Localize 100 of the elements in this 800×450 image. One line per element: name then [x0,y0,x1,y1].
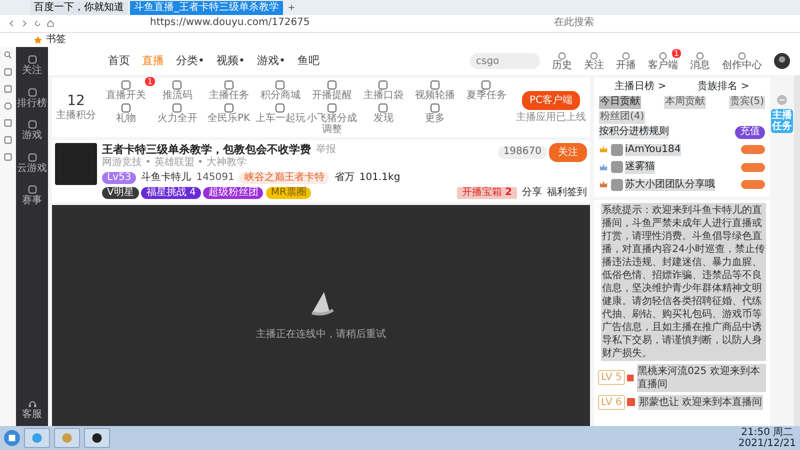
outline-icon [378,103,388,113]
toolbar-item[interactable]: 夏季任务 [460,80,512,101]
category-path: 网游竞技 • 英雄联盟 • 大神教学 [102,156,247,170]
ranking-tab[interactable]: 贵宾(5) [728,96,765,108]
nav-tab[interactable]: 分类• [176,54,204,68]
video-icon[interactable] [4,68,12,76]
toolbar-item[interactable]: 推流码 [152,80,203,101]
sidebar-icon [28,152,36,162]
avatar[interactable] [774,53,790,69]
rank-user-name: 苏大小团团队分享哦 [625,178,715,191]
nav-tab[interactable]: 鱼吧 [298,54,320,68]
header-icon-link[interactable]: 创作中心 [722,52,762,70]
address-field[interactable]: https://www.douyu.com/172675 [150,17,310,30]
sidebar-icon [28,185,36,194]
toolbar-item[interactable]: 积分商城 [254,80,306,101]
pc-note: 主播应用已上线 [516,112,586,124]
toolbar-item[interactable]: 主播任务 [203,80,254,101]
toolbar-item[interactable]: 上车一起玩 [254,103,306,135]
bookmark-link[interactable]: 书签 [46,34,66,46]
nav-tab[interactable]: 首页 [108,54,130,68]
browser-tab[interactable]: 斗鱼直播_王者卡特三级单杀教学 [130,1,283,15]
header-icon-link[interactable]: 客户端 1 [648,52,678,70]
sidebar-item[interactable]: 赛事 [22,185,42,208]
toolbar-item[interactable]: 小飞猪分成调整 [306,103,358,135]
chest-button[interactable]: 开播宝箱 2 [456,186,517,200]
toolbar-item[interactable]: 发现 [358,103,409,135]
star-icon [34,36,42,44]
report-link[interactable]: 举报 [316,144,336,156]
score-value: 12 [67,94,85,110]
nav-tab[interactable]: 视频• [216,54,245,68]
toolbar-item[interactable]: 礼物 [100,103,152,135]
browser-tab[interactable]: 百度一下，你就知道 [30,1,128,15]
room-badge[interactable]: 福星挑战 4 [141,186,201,200]
card-icon[interactable] [4,85,12,93]
sidebar-item[interactable]: 云游戏 [17,152,47,175]
outline-icon [275,103,286,113]
outline-icon [430,80,440,90]
book-icon[interactable] [4,153,12,161]
sidebar-icon [28,55,36,64]
ranking-tab[interactable]: 粉丝团(4) [599,111,646,124]
system-message: 系统提示：欢迎来到斗鱼卡特儿的直播间，斗鱼严禁未成年人进行直播或打赏，请理性消费。斗鱼倡导绿色直播，对直播内容24小时巡查，禁止传播违法违规、封建迷信、暴力血腥、低俗色情、招嫖诈骗、违禁品等不良信息，坚决维护青少年群体精神文明健康。请勿轻信各类招聘征婚、代练代抽、刷钻、购买礼包码、游戏币等广告信息，且如主播在推广商品中诱导私下交易，请谨慎判断，以防人身财产损失。 [601,202,766,360]
sidebar-item[interactable]: 关注 [22,55,42,78]
ranking-heading[interactable]: 贵族排名 > [698,81,750,94]
cart-icon[interactable] [4,136,12,144]
anchor-name: 斗鱼卡特儿 [141,172,192,184]
taskbar-button[interactable] [84,428,110,448]
ranking-heading[interactable]: 主播日榜 > [614,81,666,94]
outline-icon [590,52,598,60]
outline-icon [378,80,388,90]
home-icon[interactable] [47,20,54,27]
room-badge[interactable]: V明星 [102,186,139,200]
chat-message: 黑桃来河流025 欢迎来到本直播间 [636,364,766,392]
reload-icon[interactable] [34,20,41,27]
toolbar-item[interactable]: 更多 [409,103,460,135]
site-search-field[interactable]: csgo [470,53,540,69]
score-label: 主播积分 [56,110,96,121]
dice-icon[interactable] [4,119,12,127]
toolbar-item[interactable]: 火力全开 [152,103,203,135]
sidebar-item[interactable]: 游戏 [22,120,42,142]
welfare-link[interactable]: 福利签到 [547,186,587,200]
nav-tab[interactable]: 游戏• [257,54,286,68]
sidebar-icon [28,88,36,96]
user-avatar [610,178,622,191]
header-icon-link[interactable]: 关注 [584,52,604,70]
ranking-tab[interactable]: 本周贡献 [664,96,706,108]
user-avatar [610,144,622,156]
rule-text: 按积分进榜规则 [599,126,669,138]
header-icon-link[interactable]: 历史 [552,52,572,70]
chat-message: 那蒙也让 欢迎来到本直播间 [638,394,764,410]
toolbar-item[interactable]: 主播口袋 [358,80,409,101]
pc-client-button[interactable]: PC客户端 [522,90,580,110]
toolbar-item[interactable]: 开播提醒 [306,80,358,101]
toolbar-item[interactable]: 直播开关 1 [100,80,152,101]
recorder-icon [91,432,103,444]
chat-icon[interactable] [4,102,12,110]
outline-icon [659,52,667,60]
recharge-button[interactable]: 充值 [735,126,765,138]
room-badge[interactable]: 超级粉丝团 [203,186,264,200]
fan-badge [741,145,765,154]
browser-icon [31,432,43,444]
new-tab-icon[interactable] [288,4,294,12]
user-level-badge: LV 6 [598,394,625,410]
sidebar-item[interactable]: 排行榜 [17,88,47,110]
header-icon-link[interactable]: 开播 [616,52,636,70]
start-button[interactable] [4,430,20,446]
toolbar-item[interactable]: 全民乐PK [203,103,254,135]
header-icon-link[interactable]: 消息 [690,52,710,70]
sidebar-item[interactable]: 客服 [22,398,42,421]
share-link[interactable]: 分享 [522,186,542,200]
room-badge[interactable]: MR票圈 [266,186,312,200]
back-icon[interactable] [8,20,15,27]
anchor-photo [55,143,97,185]
toolbar-item[interactable]: 视频轮播 [409,80,460,101]
outline-icon [120,80,131,90]
ranking-tab[interactable]: 今日贡献 [599,96,641,108]
search-icon[interactable] [4,51,12,59]
outline-icon [172,80,182,90]
follow-button[interactable]: 关注 [549,143,587,162]
forward-icon[interactable] [21,20,28,27]
honor-tag: 峡谷之巅王者卡特 [239,172,330,184]
